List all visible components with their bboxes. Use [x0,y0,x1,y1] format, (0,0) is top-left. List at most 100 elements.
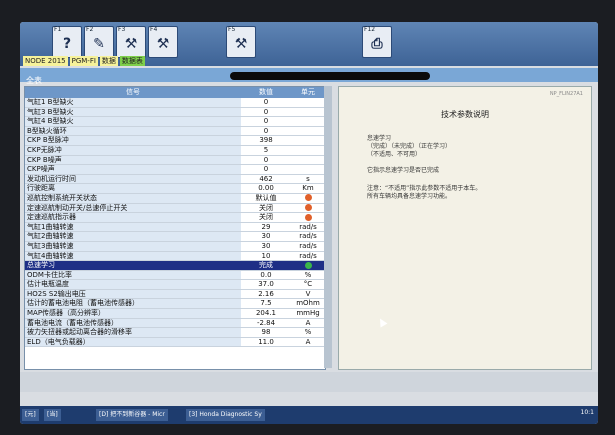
taskbar-item-browser[interactable]: [D] 把不到新谷器 - Micr [96,409,168,421]
print-button[interactable]: F12 ⎙ [362,26,392,58]
row-signal: 定速巡航制动开关/总速停止开关 [25,203,241,213]
table-row[interactable]: 被力矢扭器或起动离合器的滑移率 98% [25,328,325,338]
help-icon: ? [62,36,72,52]
row-signal: CKP B噪声 [25,155,241,165]
row-value: 0 [263,107,269,116]
doc-line: 它指示怠速学习是否已完成 [367,167,440,174]
table-row[interactable]: 气缸4曲轴转速 10 rad/s [25,251,325,262]
row-value: 0 [263,98,269,106]
table-row[interactable]: 气缸3曲轴转速 30 rad/s [25,241,325,252]
row-signal: 总速学习 [25,261,241,270]
table-row[interactable]: 气缸1曲轴转速 29 rad/s [25,222,325,233]
doc-line: （不适用、不可用） [367,151,422,158]
row-value: 0 [263,155,269,164]
tools-icon: ⚒ [234,36,248,52]
row-value: 30 [261,232,271,241]
page-title: 全表 [26,76,42,85]
tool-button-3[interactable]: F5 ⚒ [226,26,256,58]
row-value: 0 [263,126,269,135]
row-unit [291,98,325,107]
row-value: 关闭 [259,213,273,222]
table-row[interactable]: 行驶距离 0.00 Km [25,184,325,194]
row-signal: 估计电瓶温度 [25,280,241,289]
breadcrumb: NODE 2015 PGM-FI 数据 数据表 [23,56,145,66]
row-value: 0 [263,117,269,126]
row-signal: 发动机运行时间 [25,174,241,184]
data-table: 信号 数值 单元 气缸1 B型缺火 0 气缸3 B型缺火 0 气缸4 B型缺火 0 B型缺火… [24,86,326,370]
row-unit: % [304,328,312,337]
header-value[interactable]: 数值 [241,87,291,98]
crumb-data[interactable]: 数据 [99,56,118,66]
row-signal: 行驶距离 [25,184,241,193]
row-signal: 定速巡航指示器 [25,213,241,222]
table-header: 信号 数值 单元 [25,87,325,98]
row-signal: 被力矢扭器或起动离合器的滑移率 [25,328,241,337]
row-unit: % [304,270,312,279]
status-dot-cell [291,204,325,213]
row-signal: 估计的蓄电池电阻（蓄电池传感器） [25,299,241,309]
doc-line: 所有车辆均具备怠速学习功能。 [367,193,452,200]
taskbar-item-1[interactable]: [当] [44,409,61,421]
row-unit: rad/s [299,222,317,231]
printer-icon: ⎙ [371,36,383,52]
status-strip [20,372,598,392]
help-button[interactable]: F1 ? [52,26,82,58]
tools-icon: ⚒ [156,36,170,52]
table-row[interactable]: 发动机运行时间 462 s [25,174,325,185]
row-signal: 气缸4曲轴转速 [25,251,241,261]
doc-title: 技术参数说明 [441,110,489,119]
table-row[interactable]: 定速巡航指示器 关闭 [25,213,325,223]
row-value: 0 [263,165,269,174]
table-row[interactable]: CKP噪声 0 [25,165,325,175]
table-row[interactable]: 定速巡航制动开关/总速停止开关 关闭 [25,203,325,214]
table-row[interactable]: 气缸4 B型缺火 0 [25,117,325,127]
table-row[interactable]: B型缺火循环 0 [25,126,325,137]
tool-button-1[interactable]: F3 ⚒ [116,26,146,58]
row-value: 默认值 [255,193,277,202]
row-value: 398 [259,136,273,145]
crumb-datalist[interactable]: 数据表 [119,56,145,66]
row-unit: rad/s [299,241,317,250]
row-signal: CKP无脉冲 [25,145,241,155]
row-unit [291,136,325,145]
status-icon [304,194,312,202]
status-dot-cell [291,194,325,203]
status-dot-cell [291,261,325,270]
table-row[interactable]: MAP传感器（高分辨率） 204.1 mmHg [25,309,325,319]
table-row[interactable]: 气缸1 B型缺火 0 [25,98,325,108]
table-scrollbar[interactable] [324,86,332,368]
table-row[interactable]: 估计电瓶温度 37.0 °C [25,280,325,290]
crumb-node[interactable]: NODE 2015 [23,56,68,66]
taskbar-item-hds[interactable]: [3] Honda Diagnostic Sy [186,409,265,421]
table-row[interactable]: 巡航控制系统开关状态 默认值 [25,193,325,204]
edit-button[interactable]: F2 ✎ [84,26,114,58]
row-unit [291,146,325,155]
table-row[interactable]: HO2S S2输出电压 2.16 V [25,289,325,300]
taskbar-start[interactable]: [元] [22,409,39,421]
row-signal: 蓄电池电流（蓄电池传感器） [25,318,241,328]
row-signal: ELD（电气负载器） [25,337,241,347]
row-value: 11.0 [258,337,274,346]
table-row[interactable]: 气缸2曲轴转速 30 rad/s [25,232,325,242]
header-unit[interactable]: 单元 [291,87,325,98]
table-row[interactable]: CKP B噪声 0 [25,155,325,166]
row-value: 462 [259,174,273,183]
taskbar: [元] [当] [D] 把不到新谷器 - Micr [3] Honda Diag… [20,406,598,424]
status-icon [304,204,312,212]
row-value: 30 [261,241,271,250]
row-value: 37.0 [258,280,274,289]
table-row[interactable]: ELD（电气负载器） 11.0 A [25,337,325,348]
table-row[interactable]: 气缸3 B型缺火 0 [25,107,325,118]
table-row[interactable]: 估计的蓄电池电阻（蓄电池传感器） 7.5 mOhm [25,299,325,310]
row-unit: A [305,337,311,346]
row-unit: mOhm [296,299,320,308]
table-row[interactable]: 蓄电池电流（蓄电池传感器） -2.84 A [25,318,325,329]
table-row[interactable]: 总速学习 完成 [25,261,325,271]
table-row[interactable]: CKP无脉冲 5 [25,145,325,156]
header-signal[interactable]: 信号 [25,87,241,98]
crumb-pgmfi[interactable]: PGM-FI [69,56,98,66]
table-row[interactable]: CKP B型脉冲 398 [25,136,325,146]
table-row[interactable]: ODM卡住比率 0.0% [25,270,325,281]
tool-button-2[interactable]: F4 ⚒ [148,26,178,58]
row-unit: °C [303,280,313,289]
